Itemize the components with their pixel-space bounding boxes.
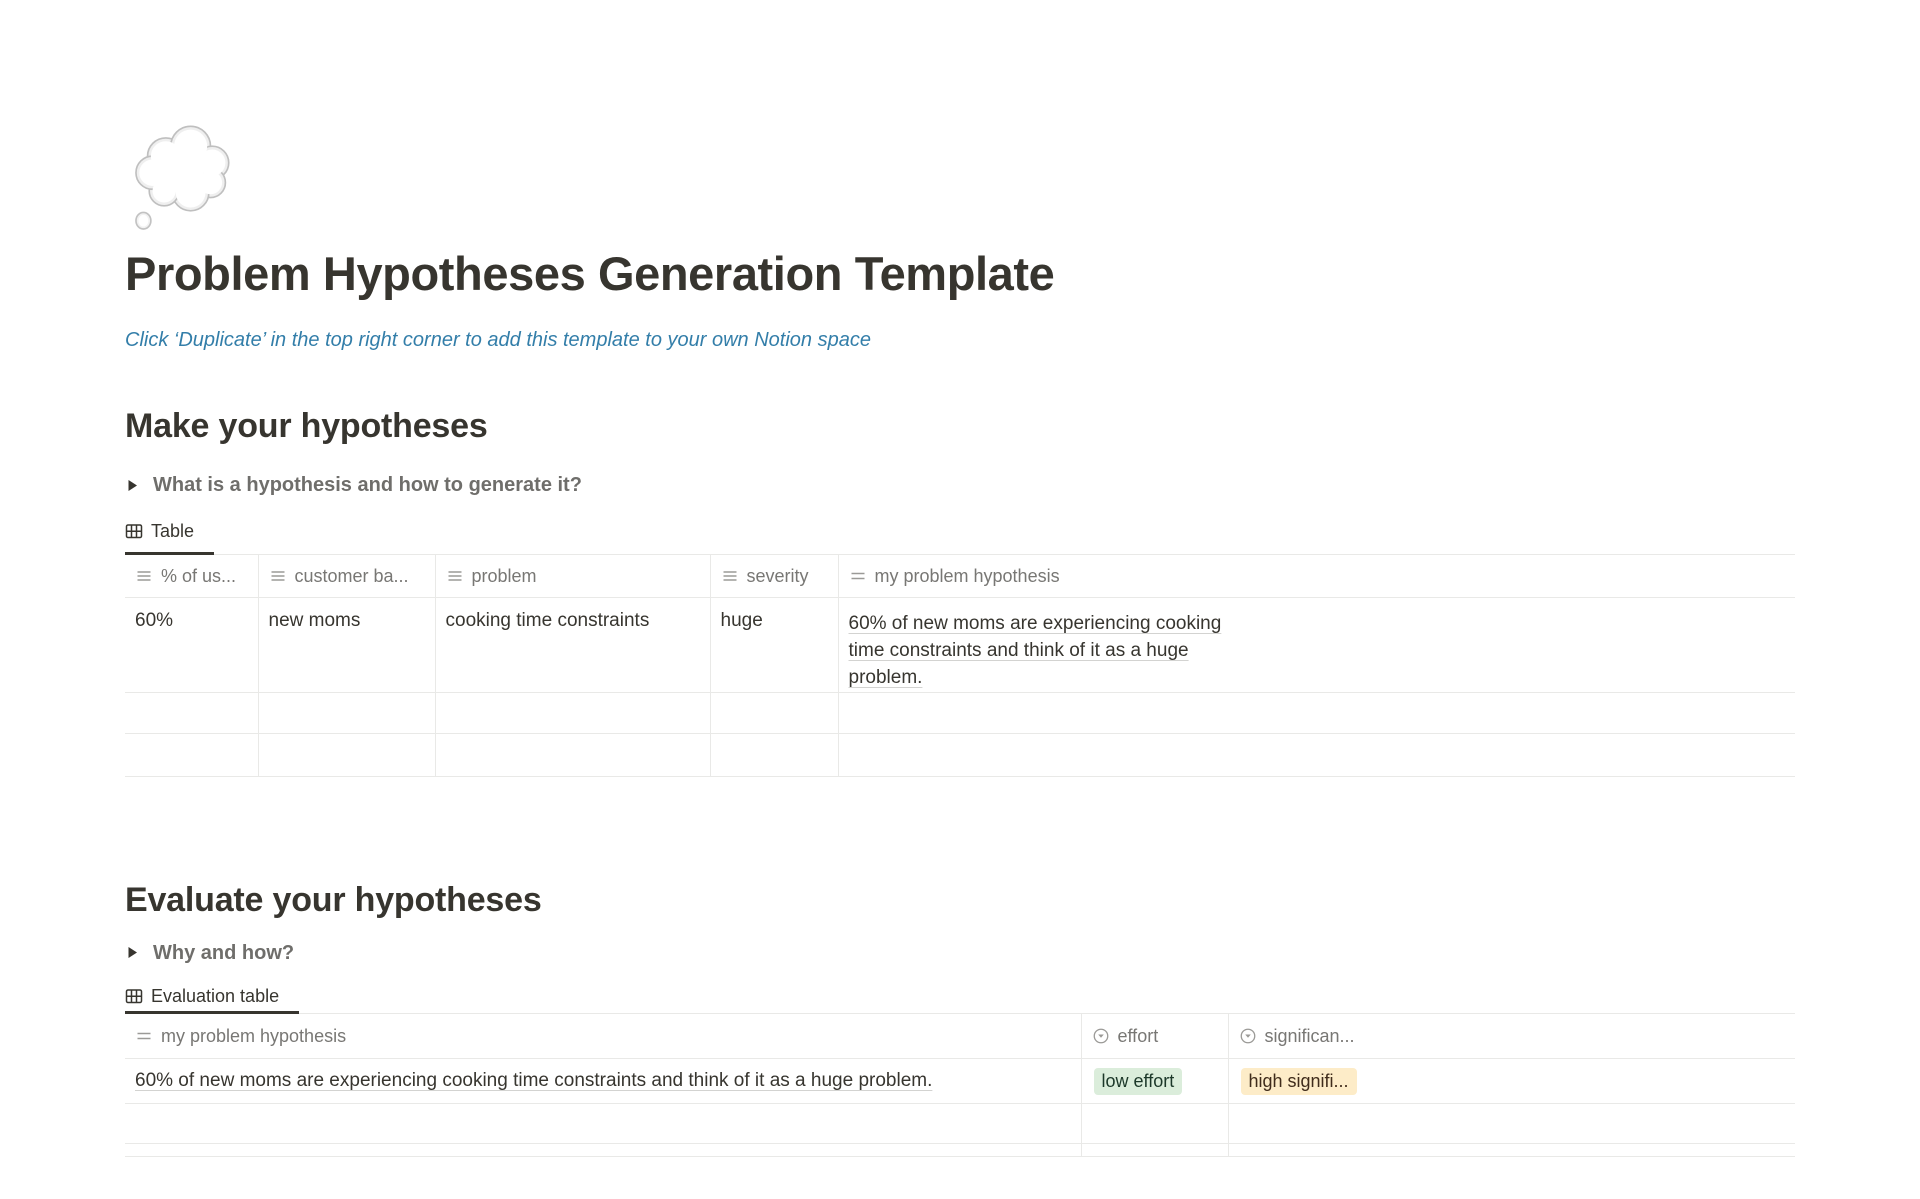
text-property-icon — [721, 567, 739, 585]
cell-empty[interactable] — [838, 692, 1795, 733]
select-property-icon — [1239, 1027, 1257, 1045]
cell-severity[interactable]: huge — [710, 597, 838, 692]
table-header-row: my problem hypothesis effort significan.… — [125, 1014, 1795, 1059]
cell-empty[interactable] — [125, 733, 258, 776]
hypotheses-table: % of us... customer ba... problem severi… — [125, 555, 1795, 777]
column-header-problem[interactable]: problem — [435, 555, 710, 597]
table-icon — [125, 987, 143, 1005]
cell-empty[interactable] — [258, 692, 435, 733]
cell-empty[interactable] — [435, 733, 710, 776]
cell-hypothesis[interactable]: 60% of new moms are experiencing cooking… — [125, 1059, 1081, 1104]
cell-effort[interactable]: low effort — [1081, 1059, 1228, 1104]
table-row: 60% of new moms are experiencing cooking… — [125, 1059, 1795, 1104]
cell-empty[interactable] — [838, 733, 1795, 776]
toggle-label: What is a hypothesis and how to generate… — [153, 471, 582, 499]
hypothesis-text: 60% of new moms are experiencing cooking… — [135, 1070, 1071, 1092]
tab-label: Table — [151, 518, 194, 544]
toggle-why-and-how[interactable]: Why and how? — [125, 939, 1795, 967]
text-property-icon — [269, 567, 287, 585]
toggle-what-is-hypothesis[interactable]: What is a hypothesis and how to generate… — [125, 471, 1795, 499]
table-row: 60% new moms cooking time constraints hu… — [125, 597, 1795, 692]
cell-empty[interactable] — [125, 1104, 1081, 1144]
cell-empty[interactable] — [435, 692, 710, 733]
table-row-empty — [125, 1104, 1795, 1144]
toggle-triangle-icon[interactable] — [125, 479, 139, 492]
column-header-my-problem-hypothesis[interactable]: my problem hypothesis — [125, 1014, 1081, 1059]
toggle-triangle-icon[interactable] — [125, 946, 139, 959]
cell-empty[interactable] — [710, 733, 838, 776]
table-row-empty — [125, 692, 1795, 733]
table-row-empty — [125, 1144, 1795, 1157]
table-header-row: % of us... customer ba... problem severi… — [125, 555, 1795, 597]
column-header-severity[interactable]: severity — [710, 555, 838, 597]
hypothesis-text: 60% of new moms are experiencing cooking… — [849, 610, 1244, 691]
page-title: Problem Hypotheses Generation Template — [125, 244, 1795, 303]
column-label: my problem hypothesis — [875, 564, 1060, 588]
section-heading-evaluate: Evaluate your hypotheses — [125, 879, 1795, 922]
evaluation-table: my problem hypothesis effort significan.… — [125, 1014, 1795, 1158]
cell-hypothesis[interactable]: 60% of new moms are experiencing cooking… — [838, 597, 1795, 692]
column-label: customer ba... — [295, 564, 409, 588]
formula-property-icon — [135, 1027, 153, 1045]
cell-empty[interactable] — [1081, 1144, 1228, 1157]
table-icon — [125, 522, 143, 540]
thought-balloon-icon[interactable] — [131, 120, 237, 232]
cell-empty[interactable] — [125, 692, 258, 733]
cell-customer-base[interactable]: new moms — [258, 597, 435, 692]
column-header-significance[interactable]: significan... — [1228, 1014, 1795, 1059]
column-label: significan... — [1265, 1024, 1355, 1048]
column-header-effort[interactable]: effort — [1081, 1014, 1228, 1059]
thought-balloon-graphic — [131, 120, 237, 232]
significance-tag[interactable]: high signifi... — [1241, 1068, 1357, 1095]
cell-empty[interactable] — [125, 1144, 1081, 1157]
column-header-percent-of-users[interactable]: % of us... — [125, 555, 258, 597]
column-label: % of us... — [161, 564, 236, 588]
table-row-empty — [125, 733, 1795, 776]
tab-label: Evaluation table — [151, 983, 279, 1009]
tab-evaluation-table-view[interactable]: Evaluation table — [125, 981, 299, 1014]
section-heading-make: Make your hypotheses — [125, 405, 1795, 448]
text-property-icon — [446, 567, 464, 585]
cell-empty[interactable] — [710, 692, 838, 733]
cell-percent-of-users[interactable]: 60% — [125, 597, 258, 692]
tab-table-view[interactable]: Table — [125, 512, 214, 555]
view-tabbar-make: Table — [125, 512, 1795, 555]
column-header-customer-base[interactable]: customer ba... — [258, 555, 435, 597]
cell-empty[interactable] — [1228, 1144, 1795, 1157]
cell-significance[interactable]: high signifi... — [1228, 1059, 1795, 1104]
page-subtitle: Click ‘Duplicate’ in the top right corne… — [125, 327, 1795, 353]
cell-problem[interactable]: cooking time constraints — [435, 597, 710, 692]
column-label: problem — [472, 564, 537, 588]
column-header-my-problem-hypothesis[interactable]: my problem hypothesis — [838, 555, 1795, 597]
formula-property-icon — [849, 567, 867, 585]
cell-empty[interactable] — [1228, 1104, 1795, 1144]
select-property-icon — [1092, 1027, 1110, 1045]
view-tabbar-evaluate: Evaluation table — [125, 981, 1795, 1014]
column-label: effort — [1118, 1024, 1159, 1048]
page-content: Problem Hypotheses Generation Template C… — [125, 0, 1795, 1157]
cell-empty[interactable] — [258, 733, 435, 776]
column-label: my problem hypothesis — [161, 1024, 346, 1048]
cell-empty[interactable] — [1081, 1104, 1228, 1144]
toggle-label: Why and how? — [153, 939, 294, 967]
column-label: severity — [747, 564, 809, 588]
effort-tag[interactable]: low effort — [1094, 1068, 1183, 1095]
text-property-icon — [135, 567, 153, 585]
